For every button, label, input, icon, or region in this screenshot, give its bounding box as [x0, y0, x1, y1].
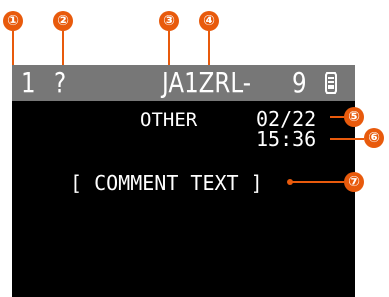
callout-2: ②	[53, 11, 73, 31]
callout-7-leader	[290, 181, 344, 183]
callout-1-leader	[12, 31, 14, 69]
station-type-label: OTHER	[140, 109, 198, 131]
callsign-ssid: 9	[292, 66, 307, 99]
station-symbol-icon	[325, 72, 337, 94]
callout-3: ③	[159, 11, 179, 31]
channel-number: 1	[21, 66, 36, 99]
callout-2-leader	[62, 31, 64, 69]
comment-text: [ COMMENT TEXT ]	[70, 171, 263, 195]
time-readout: 15:36	[256, 127, 317, 151]
callout-7: ⑦	[344, 172, 364, 192]
callout-6-leader	[330, 138, 364, 140]
callout-4: ④	[199, 11, 219, 31]
callout-5-leader	[330, 116, 344, 118]
callout-3-leader	[168, 31, 170, 69]
callsign: JA1ZRL-	[162, 66, 252, 99]
status-indicator: ?	[54, 66, 67, 99]
callout-6: ⑥	[364, 128, 384, 148]
callout-5: ⑤	[344, 107, 364, 127]
header-bar: 1 ? JA1ZRL- 9	[12, 65, 355, 101]
callout-1: ①	[3, 11, 23, 31]
